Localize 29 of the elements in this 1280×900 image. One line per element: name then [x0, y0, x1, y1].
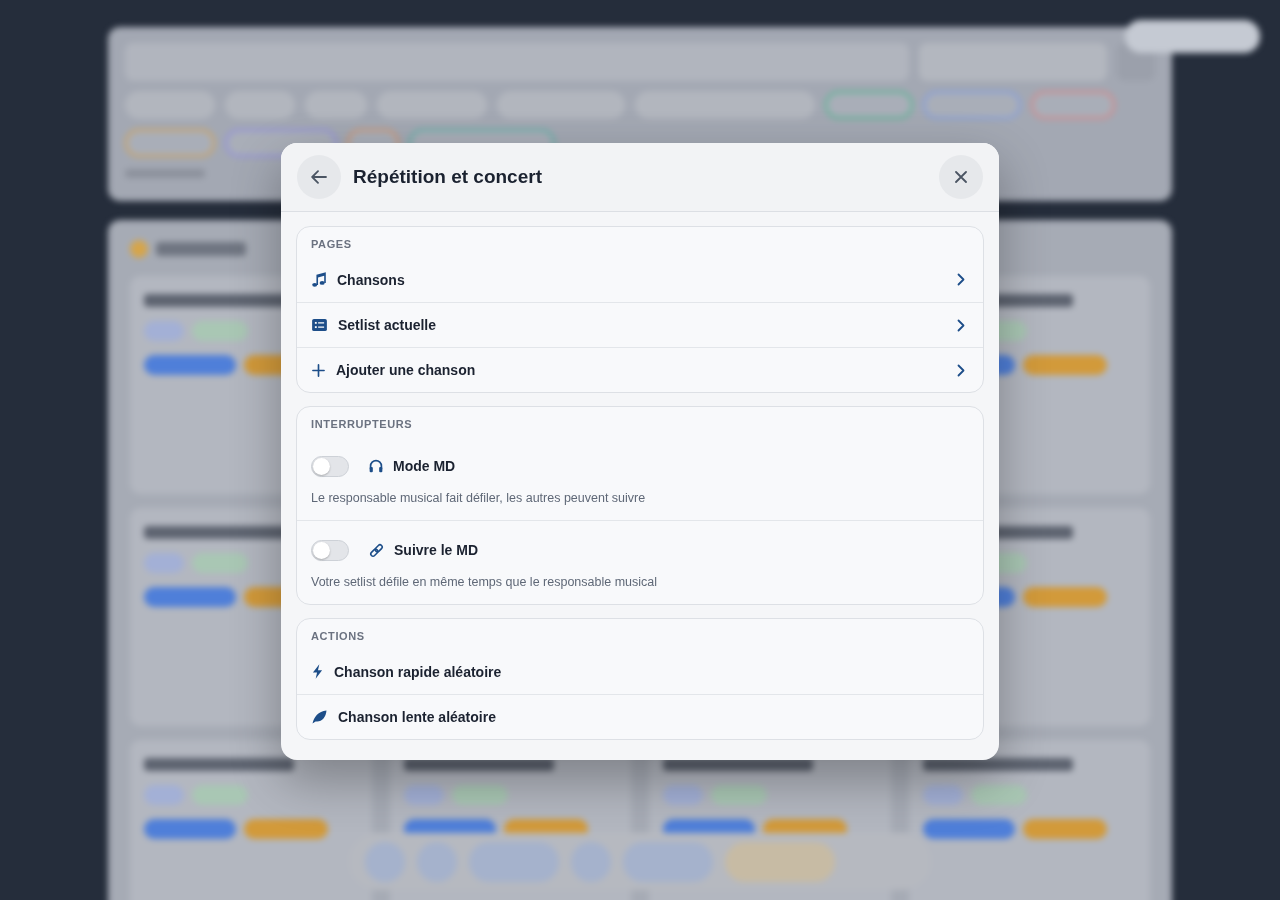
toggle-switch[interactable]	[311, 539, 349, 561]
menu-item[interactable]: Ajouter une chanson	[297, 347, 983, 392]
section-heading: ACTIONS	[311, 629, 365, 643]
headphones-icon	[369, 459, 383, 473]
close-icon	[955, 171, 967, 183]
chevron-right-icon	[957, 318, 965, 332]
lightning-bolt-icon	[312, 664, 323, 679]
section-heading: PAGES	[311, 237, 352, 251]
chevron-right-icon	[957, 363, 965, 377]
list-card-icon	[312, 319, 327, 331]
back-button[interactable]	[297, 155, 341, 199]
action-item[interactable]: Chanson lente aléatoire	[297, 694, 983, 739]
chevron-right-icon	[957, 273, 965, 286]
toggle-description: Le responsable musical fait défiler, les autres peuvent suivre	[311, 490, 647, 506]
toggle-label: Suivre le MD	[394, 542, 479, 558]
section-heading: INTERRUPTEURS	[311, 417, 413, 431]
plus-icon	[312, 363, 325, 377]
link-icon	[369, 542, 384, 558]
action-item[interactable]: Chanson rapide aléatoire	[297, 649, 983, 694]
dialog-title: Répétition et concert	[353, 165, 543, 189]
menu-item[interactable]: Setlist actuelle	[297, 302, 983, 347]
close-button[interactable]	[939, 155, 983, 199]
toggle-label: Mode MD	[393, 458, 456, 474]
music-note-icon	[312, 272, 326, 287]
menu-item[interactable]: Chansons	[297, 257, 983, 302]
leaf-icon	[312, 710, 327, 724]
toggle-description: Votre setlist défile en même temps que le responsable musical	[311, 574, 658, 590]
toggle-switch[interactable]	[311, 455, 349, 477]
back-arrow-icon	[311, 170, 327, 184]
